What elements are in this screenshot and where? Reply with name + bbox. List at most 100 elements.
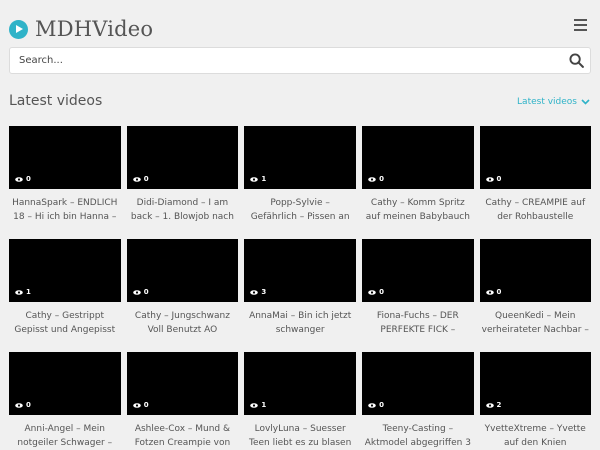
hamburger-menu-icon[interactable] [574,19,587,32]
view-count-value: 0 [143,288,149,296]
video-card[interactable]: 2 YvetteXtreme – Yvette auf den Knien [479,352,592,450]
video-thumbnail[interactable]: 0 [9,352,121,415]
video-card[interactable]: 0 Cathy – CREAMPIE auf der Rohbaustelle [479,126,592,224]
view-count: 1 [15,288,31,296]
video-title[interactable]: AnnaMai – Bin ich jetzt schwanger [244,309,356,337]
video-thumbnail[interactable]: 0 [126,126,239,189]
video-thumbnail[interactable]: 0 [362,352,474,415]
view-count-value: 0 [379,288,384,296]
video-thumbnail[interactable]: 0 [362,126,474,189]
sort-dropdown[interactable]: Latest videos [517,97,590,107]
video-title[interactable]: HannaSpark – ENDLICH 18 – Hi ich bin Han… [9,196,121,224]
video-thumbnail[interactable]: 1 [244,352,356,415]
video-card[interactable]: 0 Fiona-Fuchs – DER PERFEKTE FICK – [362,239,474,337]
video-title[interactable]: Cathy – CREAMPIE auf der Rohbaustelle [480,196,592,224]
view-count-value: 1 [26,288,31,296]
video-title[interactable]: Cathy – Jungschwanz Voll Benutzt AO [127,309,239,337]
video-card[interactable]: 3 AnnaMai – Bin ich jetzt schwanger [244,239,356,337]
section-title: Latest videos [9,93,103,109]
view-count-value: 0 [496,175,502,183]
sort-label: Latest videos [517,97,577,107]
eye-icon [132,289,141,295]
eye-icon [485,289,494,295]
view-count: 0 [485,288,502,296]
video-card[interactable]: 1 Popp-Sylvie – Gefährlich – Pissen an de… [244,126,356,224]
view-count-value: 0 [26,401,31,409]
video-thumbnail[interactable]: 0 [126,352,239,415]
view-count: 0 [132,288,149,296]
site-logo[interactable]: MDHVideo [9,15,153,43]
video-card[interactable]: 0 Didi-Diamond – I am back – 1. Blowjob n… [126,126,239,224]
video-title[interactable]: Fiona-Fuchs – DER PERFEKTE FICK – [362,309,474,337]
video-card[interactable]: 0 Anni-Angel – Mein notgeiler Schwager – [9,352,121,450]
video-thumbnail[interactable]: 0 [479,126,591,189]
video-title[interactable]: LovlyLuna – Suesser Teen liebt es zu bla… [244,422,356,450]
video-thumbnail[interactable]: 0 [479,239,591,302]
search-icon[interactable] [569,53,584,68]
video-title[interactable]: YvetteXtreme – Yvette auf den Knien [480,422,592,450]
video-thumbnail[interactable]: 0 [362,239,474,302]
video-title[interactable]: Cathy – Gestrippt Gepisst und Angepisst [9,309,121,337]
eye-icon [485,176,494,182]
chevron-down-icon [581,99,590,105]
eye-icon [132,176,141,182]
eye-icon [250,402,259,408]
view-count: 1 [250,401,266,409]
video-thumbnail[interactable]: 1 [244,126,356,189]
view-count: 0 [132,175,149,183]
video-card[interactable]: 1 Cathy – Gestrippt Gepisst und Angepisst [9,239,121,337]
view-count: 0 [15,401,31,409]
video-title[interactable]: Anni-Angel – Mein notgeiler Schwager – [9,422,121,450]
play-icon [9,19,28,39]
view-count: 0 [368,175,384,183]
eye-icon [485,402,494,408]
video-card[interactable]: 0 Cathy – Jungschwanz Voll Benutzt AO [126,239,239,337]
video-thumbnail[interactable]: 3 [244,239,356,302]
view-count-value: 1 [261,175,267,183]
video-card[interactable]: 0 HannaSpark – ENDLICH 18 – Hi ich bin Ha… [9,126,121,224]
view-count-value: 0 [379,401,384,409]
search-bar [9,47,591,74]
video-title[interactable]: Didi-Diamond – I am back – 1. Blowjob na… [127,196,239,224]
view-count-value: 0 [143,401,149,409]
video-thumbnail[interactable]: 0 [126,239,239,302]
eye-icon [250,289,259,295]
view-count-value: 3 [261,288,267,296]
eye-icon [250,176,259,182]
video-title[interactable]: Popp-Sylvie – Gefährlich – Pissen an der… [244,196,356,224]
video-card[interactable]: 1 LovlyLuna – Suesser Teen liebt es zu bl… [244,352,356,450]
view-count-value: 1 [261,401,267,409]
view-count-value: 0 [26,175,31,183]
video-title[interactable]: Teeny-Casting – Aktmodel abgegriffen 3 [362,422,474,450]
view-count-value: 0 [143,175,149,183]
view-count: 0 [132,401,149,409]
view-count: 0 [368,288,384,296]
eye-icon [132,402,141,408]
view-count: 0 [485,175,502,183]
view-count: 1 [250,175,266,183]
video-card[interactable]: 0 Teeny-Casting – Aktmodel abgegriffen 3 [362,352,474,450]
eye-icon [368,402,376,408]
search-input[interactable] [10,48,550,73]
video-card[interactable]: 0 QueenKedi – Mein verheirateter Nachbar … [479,239,592,337]
video-card[interactable]: 0 Cathy – Komm Spritz auf meinen Babybauc… [362,126,474,224]
video-card[interactable]: 0 Ashlee-Cox – Mund & Fotzen Creampie von [126,352,239,450]
video-title[interactable]: Cathy – Komm Spritz auf meinen Babybauch [362,196,474,224]
video-thumbnail[interactable]: 0 [9,126,121,189]
view-count: 3 [250,288,266,296]
eye-icon [368,289,376,295]
header: MDHVideo [0,0,600,90]
video-thumbnail[interactable]: 2 [479,352,591,415]
view-count-value: 2 [496,401,502,409]
video-thumbnail[interactable]: 1 [9,239,121,302]
eye-icon [368,176,376,182]
video-title[interactable]: QueenKedi – Mein verheirateter Nachbar – [480,309,592,337]
view-count-value: 0 [379,175,384,183]
view-count-value: 0 [496,288,502,296]
site-name: MDHVideo [35,17,154,41]
video-title[interactable]: Ashlee-Cox – Mund & Fotzen Creampie von [127,422,239,450]
eye-icon [15,176,23,182]
eye-icon [15,402,23,408]
view-count: 2 [485,401,502,409]
view-count: 0 [15,175,31,183]
